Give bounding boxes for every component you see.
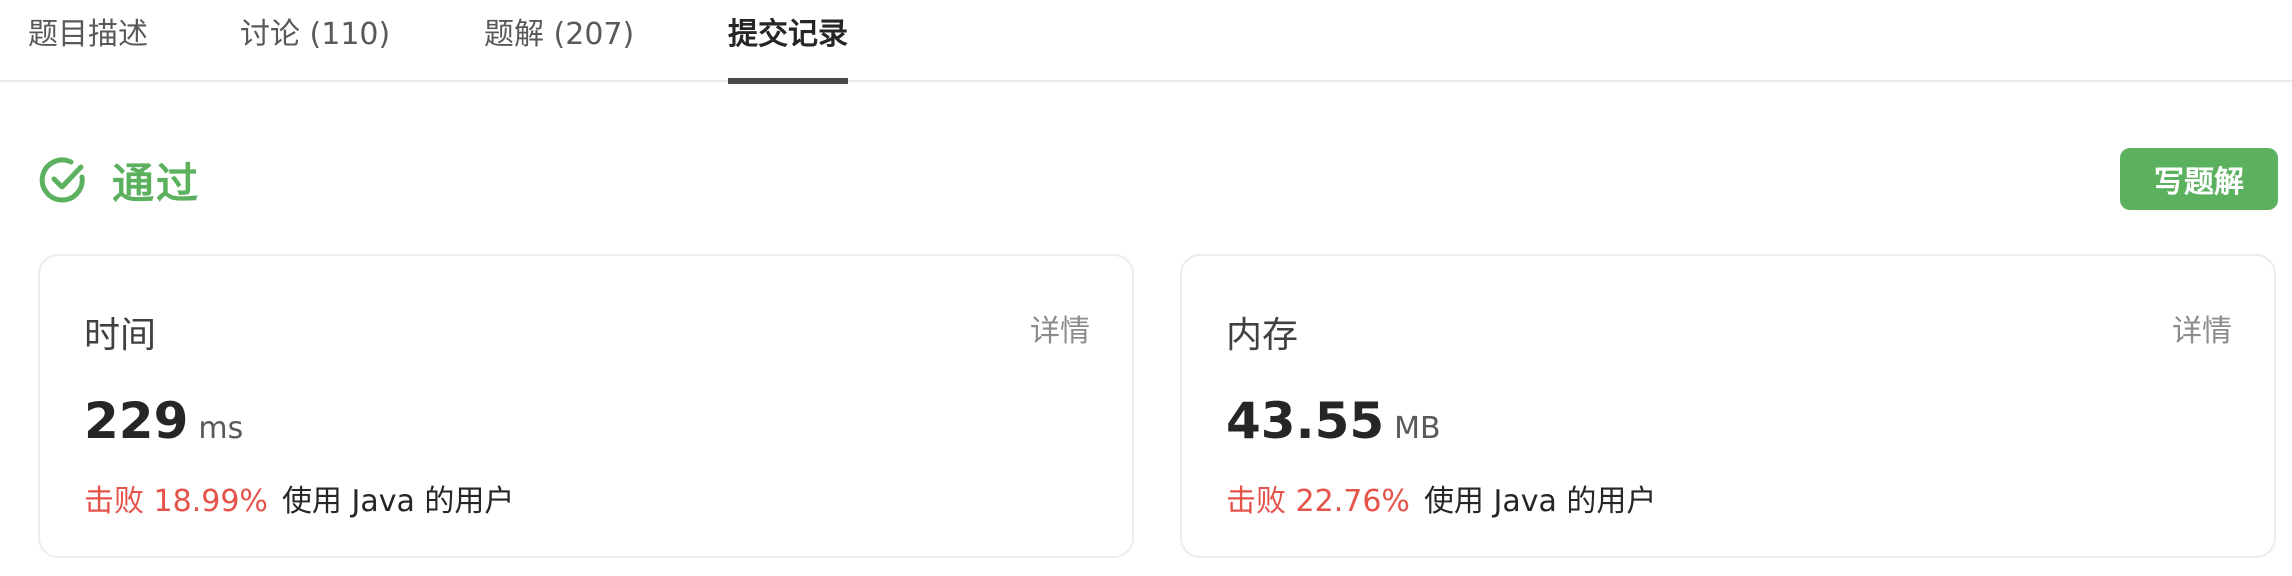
memory-beat-row: 击败 22.76% 使用 Java 的用户 [1226,476,1656,520]
memory-detail-link[interactable]: 详情 [2172,306,2232,350]
runtime-unit: ms [198,411,244,446]
memory-title: 内存 [1226,315,1299,356]
memory-card: 内存 详情 43.55 MB 击败 22.76% 使用 Java 的用户 [1180,254,2276,558]
tab-bar: 题目描述 讨论 (110) 题解 (207) 提交记录 [0,0,2292,84]
tab-solutions[interactable]: 题解 (207) [484,0,634,82]
runtime-card: 时间 详情 229 ms 击败 18.99% 使用 Java 的用户 [38,254,1134,558]
memory-beat-percent: 击败 22.76% [1226,484,1410,519]
memory-value-row: 43.55 MB [1226,392,1441,450]
runtime-value: 229 [84,392,189,450]
tab-discussion[interactable]: 讨论 (110) [240,0,390,82]
runtime-beat-percent: 击败 18.99% [84,484,268,519]
runtime-title: 时间 [84,315,157,356]
submission-status: 通过 [38,152,200,208]
tab-description[interactable]: 题目描述 [28,0,148,82]
runtime-beat-text: 使用 Java 的用户 [281,484,515,519]
write-solution-button[interactable]: 写题解 [2120,148,2278,210]
tab-submissions[interactable]: 提交记录 [728,0,848,84]
check-circle-icon [38,155,88,205]
runtime-value-row: 229 ms [84,392,243,450]
status-label: 通过 [112,158,201,208]
memory-unit: MB [1394,411,1441,446]
memory-value: 43.55 [1226,392,1385,450]
memory-beat-text: 使用 Java 的用户 [1423,484,1657,519]
runtime-detail-link[interactable]: 详情 [1030,306,1090,350]
runtime-beat-row: 击败 18.99% 使用 Java 的用户 [84,476,514,520]
